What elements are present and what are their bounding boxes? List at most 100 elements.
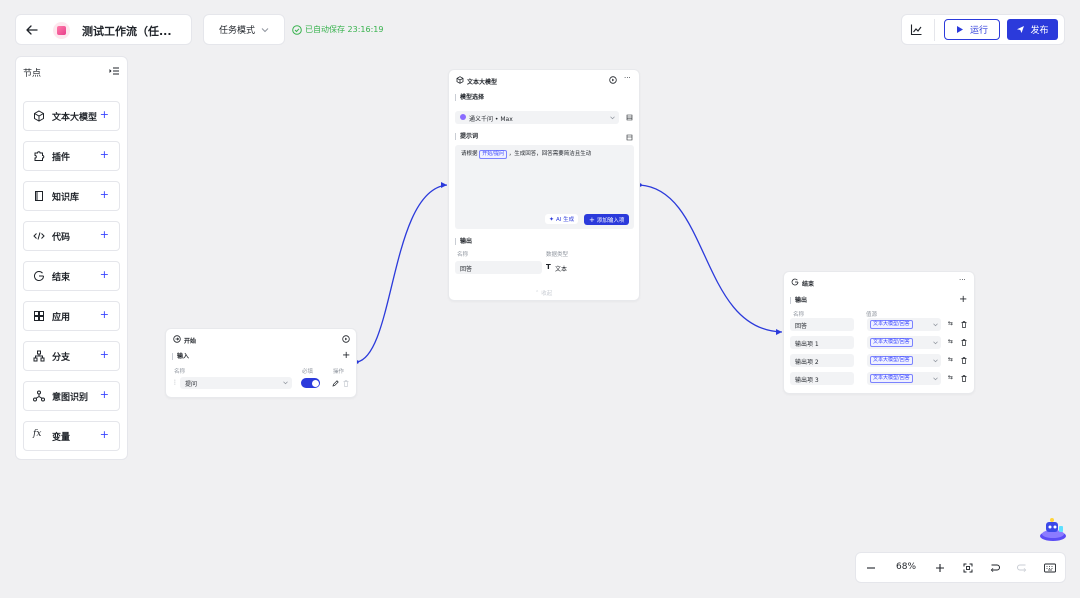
node-title: 文本大模型: [467, 79, 498, 86]
edge-start-to-llm[interactable]: [356, 184, 448, 363]
output-name: 输出项 3: [795, 377, 819, 384]
toggle-knob: [311, 379, 319, 387]
drag-handle-icon[interactable]: ⋮: [172, 379, 178, 386]
output-name-field[interactable]: 输出项 3: [790, 372, 854, 385]
section-label: 提示词: [455, 133, 478, 140]
move-icon[interactable]: ⇆: [948, 356, 953, 363]
input-name-field[interactable]: 提问: [180, 377, 292, 389]
column-header: 必填: [302, 369, 314, 375]
more-icon[interactable]: ···: [624, 74, 631, 82]
source-select[interactable]: 文本大模型/回答: [867, 318, 941, 331]
delete-icon[interactable]: [343, 380, 349, 387]
variable-tag[interactable]: 开始/提问: [479, 150, 507, 159]
zoom-in-icon[interactable]: [935, 563, 945, 573]
source-select[interactable]: 文本大模型/回答: [867, 354, 941, 367]
output-name: 输出项 1: [795, 341, 819, 348]
move-icon[interactable]: ⇆: [948, 374, 953, 381]
edge-arrow: [441, 182, 447, 188]
node-title: 结束: [802, 281, 815, 288]
add-output-icon[interactable]: +: [959, 294, 967, 305]
prompt-prefix: 请根据: [461, 151, 478, 157]
edge-llm-to-end[interactable]: [639, 184, 783, 333]
column-header: 名称: [793, 312, 805, 318]
start-icon: [173, 335, 181, 343]
output-type: 文本: [555, 266, 568, 273]
output-name: 回答: [795, 323, 808, 330]
source-select[interactable]: 文本大模型/回答: [867, 372, 941, 385]
ai-generate-label: AI 生成: [556, 217, 575, 223]
chevron-down-icon: [610, 116, 615, 120]
more-icon[interactable]: ···: [959, 276, 966, 284]
output-name-field[interactable]: 输出项 1: [790, 336, 854, 349]
collapse-button[interactable]: ⌃ 收起: [535, 289, 552, 297]
text-type-icon: T: [546, 263, 551, 271]
table-row: 输出项 2 文本大模型/回答 ⇆: [790, 354, 972, 367]
output-name: 输出项 2: [795, 359, 819, 366]
delete-icon[interactable]: [961, 357, 967, 364]
play-circle-icon[interactable]: [342, 335, 350, 343]
table-row: 输出项 1 文本大模型/回答 ⇆: [790, 336, 972, 349]
move-icon[interactable]: ⇆: [948, 338, 953, 345]
zoom-level[interactable]: 68%: [896, 562, 916, 572]
source-tag: 文本大模型/回答: [870, 356, 913, 365]
section-label: 输出: [455, 238, 472, 245]
chevron-down-icon: [933, 377, 938, 381]
column-header: 名称: [457, 252, 469, 258]
edit-icon[interactable]: [332, 380, 339, 387]
prompt-text: 请根据 开始/提问 ，生成回答，回答需要简洁且生动: [461, 150, 591, 159]
end-icon: [791, 278, 799, 286]
settings-icon[interactable]: [626, 114, 633, 121]
column-header: 数据类型: [546, 252, 569, 258]
column-header: 值源: [866, 312, 878, 318]
expand-icon[interactable]: [626, 134, 633, 141]
robot-mascot-icon: [1040, 518, 1066, 541]
fit-view-icon[interactable]: [963, 563, 973, 573]
add-input-label: 添加输入项: [596, 217, 625, 224]
delete-icon[interactable]: [961, 375, 967, 382]
source-tag: 文本大模型/回答: [870, 338, 913, 347]
output-rows: 回答 文本大模型/回答 ⇆ 输出项 1 文本大模型/回答 ⇆ 输出项 2 文本大…: [790, 318, 972, 388]
section-label: 模型选择: [455, 94, 484, 101]
output-name-field[interactable]: 回答: [790, 318, 854, 331]
undo-icon[interactable]: [990, 563, 1000, 573]
output-name-field[interactable]: 回答: [455, 261, 542, 274]
ai-generate-button[interactable]: ✦ AI 生成: [545, 214, 579, 224]
section-label: 输出: [790, 297, 807, 304]
edge-arrow: [776, 329, 782, 335]
output-name: 回答: [460, 266, 473, 273]
prompt-editor[interactable]: 请根据 开始/提问 ，生成回答，回答需要简洁且生动 ✦ AI 生成 + 添加输入…: [455, 145, 634, 229]
table-row: 回答 文本大模型/回答 ⇆: [790, 318, 972, 331]
redo-icon[interactable]: [1017, 563, 1027, 573]
keyboard-icon[interactable]: [1044, 563, 1056, 573]
model-name: 通义千问 • Max: [469, 116, 513, 123]
chevron-up-icon: ⌃: [535, 290, 540, 296]
prompt-suffix: ，生成回答，回答需要简洁且生动: [508, 151, 592, 157]
start-node[interactable]: 开始 输入 + 名称 必填 操作 ⋮ 提问: [165, 328, 357, 398]
table-row: 输出项 3 文本大模型/回答 ⇆: [790, 372, 972, 385]
column-header: 操作: [333, 369, 345, 375]
delete-icon[interactable]: [961, 339, 967, 346]
assistant-button[interactable]: [1038, 516, 1068, 542]
delete-icon[interactable]: [961, 321, 967, 328]
model-select[interactable]: 通义千问 • Max: [455, 111, 619, 124]
source-tag: 文本大模型/回答: [870, 320, 913, 329]
collapse-label: 收起: [541, 291, 553, 297]
output-name-field[interactable]: 输出项 2: [790, 354, 854, 367]
chevron-down-icon: [933, 359, 938, 363]
chevron-down-icon: [933, 323, 938, 327]
move-icon[interactable]: ⇆: [948, 320, 953, 327]
sparkle-icon: ✦: [549, 215, 555, 223]
play-circle-icon[interactable]: [609, 76, 617, 84]
source-select[interactable]: 文本大模型/回答: [867, 336, 941, 349]
chevron-down-icon: [933, 341, 938, 345]
required-toggle[interactable]: [301, 378, 320, 388]
add-input-icon[interactable]: +: [342, 350, 350, 361]
add-input-button[interactable]: + 添加输入项: [584, 214, 630, 225]
source-tag: 文本大模型/回答: [870, 374, 913, 383]
llm-node[interactable]: 文本大模型 ··· 模型选择 通义千问 • Max 提示词 请根据 开始/提问 …: [448, 69, 640, 301]
node-title: 开始: [184, 338, 197, 345]
end-node[interactable]: 结束 ··· 输出 + 名称 值源 回答 文本大模型/回答 ⇆ 输出项 1 文本…: [783, 271, 975, 394]
chevron-down-icon: [283, 381, 288, 385]
model-logo-icon: [460, 114, 466, 120]
zoom-out-icon[interactable]: [866, 563, 876, 573]
